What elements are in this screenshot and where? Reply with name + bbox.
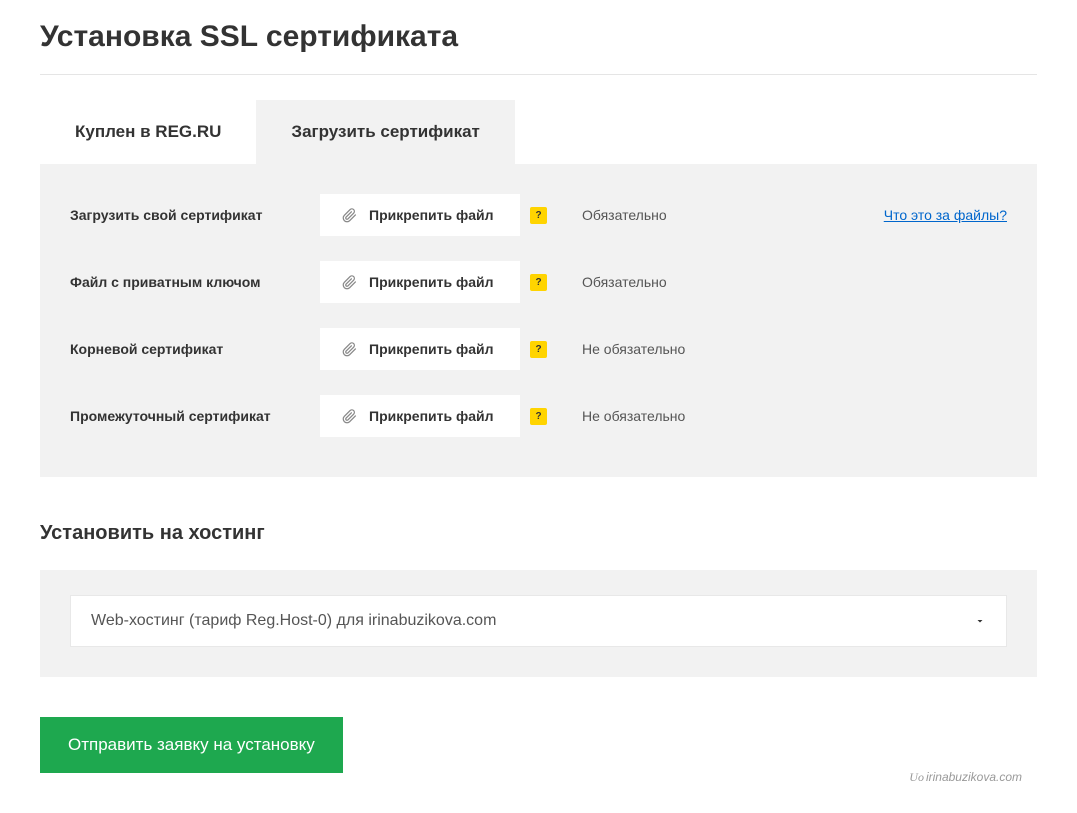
hosting-section-title: Установить на хостинг — [40, 522, 1037, 545]
hosting-select[interactable]: Web-хостинг (тариф Reg.Host-0) для irina… — [70, 595, 1007, 647]
watermark-text: irinabuzikova.com — [926, 770, 1022, 784]
tabs: Куплен в REG.RU Загрузить сертификат — [40, 100, 1037, 164]
what-are-these-files-link[interactable]: Что это за файлы? — [884, 207, 1007, 223]
help-icon[interactable]: ? — [530, 341, 547, 358]
row-cert: Загрузить свой сертификат Прикрепить фай… — [70, 194, 1007, 236]
attach-intermediate-cert-label: Прикрепить файл — [369, 408, 494, 424]
attach-cert-label: Прикрепить файл — [369, 207, 494, 223]
hosting-select-panel: Web-хостинг (тариф Reg.Host-0) для irina… — [40, 570, 1037, 677]
hint-private-key: Обязательно — [582, 274, 667, 290]
submit-button[interactable]: Отправить заявку на установку — [40, 717, 343, 773]
divider — [40, 74, 1037, 75]
watermark-prefix: Uo — [909, 770, 924, 784]
help-icon[interactable]: ? — [530, 274, 547, 291]
hint-root-cert: Не обязательно — [582, 341, 685, 357]
chevron-down-icon — [974, 615, 986, 627]
help-icon[interactable]: ? — [530, 408, 547, 425]
row-intermediate-cert: Промежуточный сертификат Прикрепить файл… — [70, 395, 1007, 437]
hint-intermediate-cert: Не обязательно — [582, 408, 685, 424]
paperclip-icon — [342, 275, 357, 290]
attach-private-key-label: Прикрепить файл — [369, 274, 494, 290]
paperclip-icon — [342, 409, 357, 424]
page-title: Установка SSL сертификата — [40, 20, 1037, 54]
label-cert: Загрузить свой сертификат — [70, 207, 320, 223]
paperclip-icon — [342, 208, 357, 223]
label-private-key: Файл с приватным ключом — [70, 274, 320, 290]
attach-root-cert-button[interactable]: Прикрепить файл — [320, 328, 520, 370]
help-icon[interactable]: ? — [530, 207, 547, 224]
watermark: Uoirinabuzikova.com — [909, 770, 1022, 785]
row-root-cert: Корневой сертификат Прикрепить файл ? Не… — [70, 328, 1007, 370]
tab-upload-cert[interactable]: Загрузить сертификат — [256, 100, 514, 164]
upload-form-panel: Загрузить свой сертификат Прикрепить фай… — [40, 164, 1037, 477]
attach-root-cert-label: Прикрепить файл — [369, 341, 494, 357]
label-intermediate-cert: Промежуточный сертификат — [70, 408, 320, 424]
attach-cert-button[interactable]: Прикрепить файл — [320, 194, 520, 236]
row-private-key: Файл с приватным ключом Прикрепить файл … — [70, 261, 1007, 303]
hint-cert: Обязательно — [582, 207, 667, 223]
tab-bought-regru[interactable]: Куплен в REG.RU — [40, 100, 256, 164]
attach-intermediate-cert-button[interactable]: Прикрепить файл — [320, 395, 520, 437]
hosting-select-value: Web-хостинг (тариф Reg.Host-0) для irina… — [91, 612, 496, 630]
label-root-cert: Корневой сертификат — [70, 341, 320, 357]
paperclip-icon — [342, 342, 357, 357]
attach-private-key-button[interactable]: Прикрепить файл — [320, 261, 520, 303]
